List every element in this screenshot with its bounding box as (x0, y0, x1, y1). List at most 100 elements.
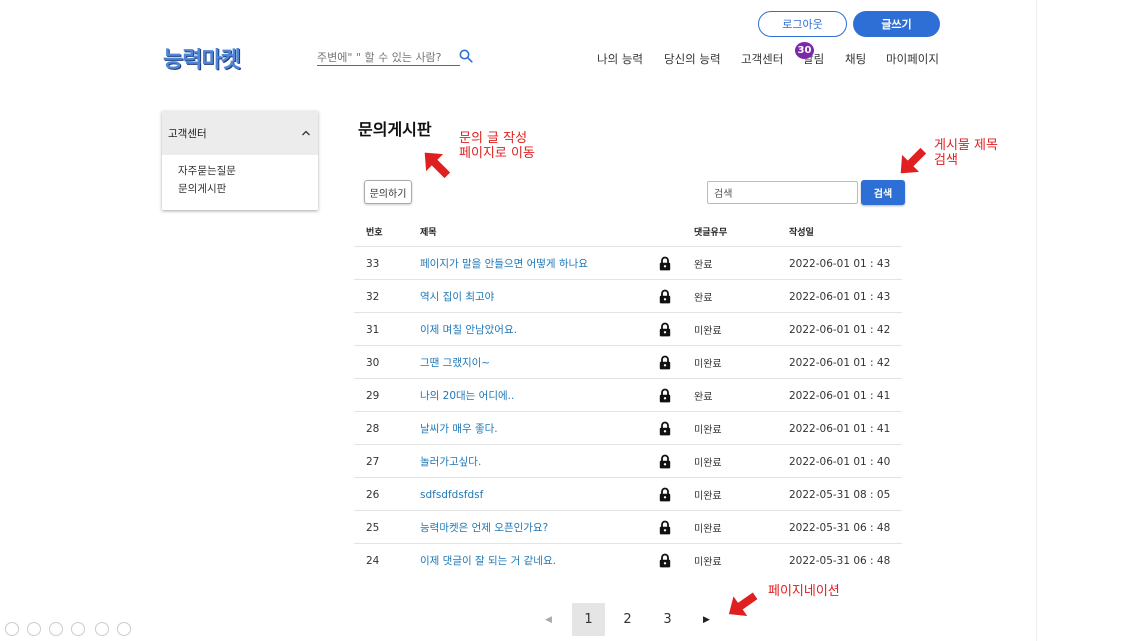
row-title-link[interactable]: 페이지가 말을 안들으면 어떻게 하나요 (420, 247, 588, 280)
search-input[interactable] (317, 51, 447, 64)
row-date: 2022-06-01 01 : 42 (789, 356, 891, 369)
row-number: 24 (366, 554, 380, 567)
logout-button[interactable]: 로그아웃 (758, 11, 847, 37)
row-reply-status: 미완료 (694, 359, 722, 370)
column-header-date: 작성일 (789, 228, 814, 238)
table-row[interactable]: 30 그땐 그랬지이~ 미완료 2022-06-01 01 : 42 (354, 345, 902, 378)
table-row[interactable]: 33 페이지가 말을 안들으면 어떻게 하나요 완료 2022-06-01 01 : … (354, 246, 902, 279)
table-row[interactable]: 29 나의 20대는 어디에.. 완료 2022-06-01 01 : 41 (354, 378, 902, 411)
lock-icon (659, 544, 673, 577)
annotation-inquire-line2: 페이지로 이동 (459, 146, 535, 161)
slide-control-zoom-icon[interactable] (95, 622, 109, 636)
pagination-page-2[interactable]: 2 (611, 603, 644, 636)
row-date: 2022-05-31 06 : 48 (789, 521, 891, 534)
row-title-link[interactable]: 나의 20대는 어디에.. (420, 379, 514, 412)
row-reply-status: 미완료 (694, 425, 722, 436)
lock-icon (659, 346, 673, 379)
sidebar-title: 고객센터 (168, 127, 207, 140)
row-title-link[interactable]: 그땐 그랬지이~ (420, 346, 490, 379)
annotation-inquire-line1: 문의 글 작성 (459, 131, 528, 146)
write-button[interactable]: 글쓰기 (853, 11, 940, 37)
pagination-page-3[interactable]: 3 (651, 603, 684, 636)
board-search-input[interactable]: 검색 (707, 181, 858, 204)
nav-my-ability[interactable]: 나의 능력 (597, 51, 643, 67)
column-header-reply: 댓글유무 (694, 228, 728, 238)
lock-icon (659, 478, 673, 511)
nav-chat[interactable]: 채팅 (845, 51, 866, 67)
row-reply-status: 미완료 (694, 491, 722, 502)
sidebar-item-inquiry-board[interactable]: 문의게시판 (178, 181, 226, 196)
row-number: 30 (366, 356, 380, 369)
row-number: 25 (366, 521, 380, 534)
lock-icon (659, 445, 673, 478)
row-reply-status: 미완료 (694, 557, 722, 568)
row-date: 2022-06-01 01 : 43 (789, 290, 891, 303)
row-title-link[interactable]: 날씨가 매우 좋다. (420, 412, 498, 445)
lock-icon (659, 379, 673, 412)
header-search (317, 46, 460, 66)
slide-control-pen-icon[interactable] (49, 622, 63, 636)
inquire-button[interactable]: 문의하기 (364, 180, 412, 204)
red-arrow-icon (900, 147, 927, 174)
sidebar-header[interactable]: 고객센터 (162, 111, 318, 155)
sidebar-item-faq[interactable]: 자주묻는질문 (178, 163, 236, 178)
nav-mypage[interactable]: 마이페이지 (886, 51, 939, 67)
row-reply-status: 미완료 (694, 524, 722, 535)
lock-icon (659, 280, 673, 313)
row-title-link[interactable]: sdfsdfdsfdsf (420, 478, 483, 511)
column-header-number: 번호 (366, 228, 383, 238)
table-row[interactable]: 32 역시 집이 최고야 완료 2022-06-01 01 : 43 (354, 279, 902, 312)
red-arrow-icon (728, 592, 758, 616)
nav-your-ability[interactable]: 당신의 능력 (664, 51, 721, 67)
nav-customer-center[interactable]: 고객센터 (741, 51, 783, 67)
logo[interactable]: 능력마켓 (163, 42, 241, 74)
row-date: 2022-06-01 01 : 42 (789, 323, 891, 336)
annotation-pagination: 페이지네이션 (768, 584, 840, 599)
table-row[interactable]: 24 이제 댓글이 잘 되는 거 같네요. 미완료 2022-05-31 06 : 4… (354, 543, 902, 576)
row-date: 2022-06-01 01 : 40 (789, 455, 891, 468)
row-date: 2022-05-31 06 : 48 (789, 554, 891, 567)
row-date: 2022-05-31 08 : 05 (789, 488, 891, 501)
slide-control-prev-icon[interactable] (5, 622, 19, 636)
row-number: 29 (366, 389, 380, 402)
row-number: 26 (366, 488, 380, 501)
row-number: 27 (366, 455, 380, 468)
chevron-up-icon[interactable] (300, 127, 312, 139)
row-reply-status: 미완료 (694, 458, 722, 469)
board-search-button[interactable]: 검색 (861, 180, 905, 205)
annotation-search-line1: 게시물 제목 (934, 138, 998, 153)
table-row[interactable]: 28 날씨가 매우 좋다. 미완료 2022-06-01 01 : 41 (354, 411, 902, 444)
slide-control-more-icon[interactable] (117, 622, 131, 636)
row-date: 2022-06-01 01 : 43 (789, 257, 891, 270)
table-row[interactable]: 31 이제 며칠 안남았어요. 미완료 2022-06-01 01 : 42 (354, 312, 902, 345)
sidebar: 고객센터 자주묻는질문 문의게시판 (162, 111, 318, 210)
row-title-link[interactable]: 이제 댓글이 잘 되는 거 같네요. (420, 544, 556, 577)
lock-icon (659, 412, 673, 445)
column-header-title: 제목 (420, 228, 437, 238)
row-title-link[interactable]: 역시 집이 최고야 (420, 280, 494, 313)
row-title-link[interactable]: 이제 며칠 안남았어요. (420, 313, 517, 346)
pagination-page-1[interactable]: 1 (572, 603, 605, 636)
row-number: 28 (366, 422, 380, 435)
annotation-search-line2: 검색 (934, 153, 958, 168)
pagination-prev[interactable]: ◀ (532, 603, 565, 636)
search-icon[interactable] (459, 49, 473, 63)
slide-control-next-icon[interactable] (27, 622, 41, 636)
row-date: 2022-06-01 01 : 41 (789, 389, 891, 402)
slide-control-view-icon[interactable] (71, 622, 85, 636)
row-reply-status: 완료 (694, 260, 713, 271)
red-arrow-icon (424, 152, 451, 179)
row-date: 2022-06-01 01 : 41 (789, 422, 891, 435)
table-row[interactable]: 27 놀러가고싶다. 미완료 2022-06-01 01 : 40 (354, 444, 902, 477)
row-title-link[interactable]: 능력마켓은 언제 오픈인가요? (420, 511, 548, 544)
row-number: 32 (366, 290, 380, 303)
row-title-link[interactable]: 놀러가고싶다. (420, 445, 481, 478)
row-reply-status: 완료 (694, 392, 713, 403)
row-number: 31 (366, 323, 380, 336)
lock-icon (659, 247, 673, 280)
annotation-inquire: 문의 글 작성 페이지로 이동 (459, 131, 535, 161)
pagination-next[interactable]: ▶ (690, 603, 723, 636)
page-title: 문의게시판 (358, 120, 432, 139)
table-row[interactable]: 25 능력마켓은 언제 오픈인가요? 미완료 2022-05-31 06 : 48 (354, 510, 902, 543)
table-row[interactable]: 26 sdfsdfdsfdsf 미완료 2022-05-31 08 : 05 (354, 477, 902, 510)
